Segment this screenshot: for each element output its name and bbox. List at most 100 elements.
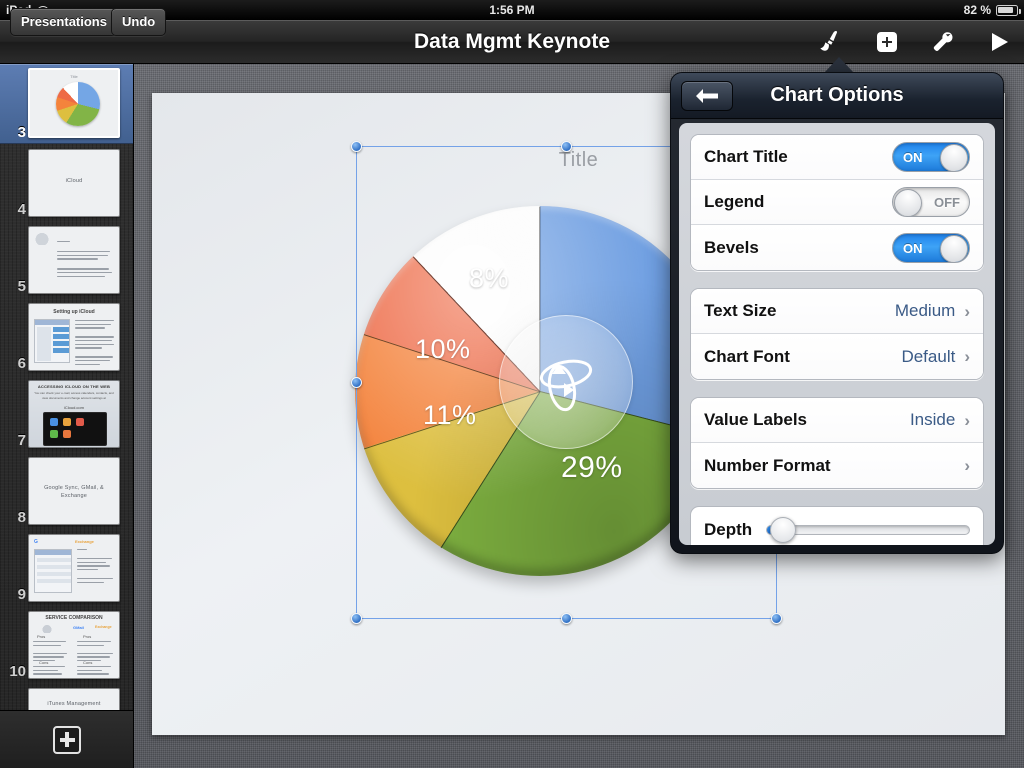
row-label: Depth (704, 519, 753, 539)
depth-slider-thumb[interactable] (770, 516, 797, 543)
row-text-size[interactable]: Text Size Medium › (691, 289, 983, 334)
row-chart-font[interactable]: Chart Font Default › (691, 334, 983, 379)
slide-number: 8 (17, 509, 26, 526)
slide-number: 3 (17, 124, 26, 141)
slide-thumbnail-image: iTunes Management (28, 688, 120, 710)
thumb-chart-title: Title (70, 74, 78, 79)
toggle-state-label: ON (903, 150, 923, 165)
row-legend[interactable]: Legend OFF (691, 180, 983, 225)
slide-number: 4 (17, 201, 26, 218)
thumb-url: iCloud.com (63, 405, 84, 410)
thumb-gmail-logo: GMail (73, 625, 84, 630)
chart-options-popover[interactable]: Chart Options Chart Title ON Legend OFF (670, 72, 1004, 554)
popover-header: Chart Options (671, 73, 1003, 119)
slide-thumbnail-image: iCloud (28, 149, 120, 217)
wrench-icon[interactable] (928, 27, 958, 57)
popover-arrow (824, 57, 854, 73)
chevron-right-icon: › (964, 456, 970, 475)
bevels-toggle[interactable]: ON (892, 232, 970, 263)
row-label: Chart Title (704, 147, 788, 166)
thumb-gmail-logo: G (34, 539, 38, 545)
chevron-right-icon: › (964, 301, 970, 321)
popover-body[interactable]: Chart Title ON Legend OFF Bevels ON Text… (679, 123, 995, 545)
battery-percent-label: 82 % (963, 3, 991, 17)
thumb-bullet-lines-4 (77, 666, 115, 677)
slide-thumbnail-5[interactable]: 5 (0, 221, 133, 298)
toggle-state-label: ON (903, 240, 923, 256)
row-label: Chart Font (704, 346, 790, 366)
slide-number: 7 (17, 432, 26, 449)
slide-number: 9 (17, 586, 26, 603)
slide-thumbnail-6[interactable]: 6 Setting up iCloud (0, 298, 133, 375)
paintbrush-icon[interactable] (816, 27, 846, 57)
thumb-bullet-lines-3 (33, 666, 69, 677)
thumb-cons-label-2: Cons (83, 660, 93, 665)
row-bevels[interactable]: Bevels ON (691, 225, 983, 270)
presentations-button[interactable]: Presentations (10, 8, 118, 36)
thumb-exchange-logo: Exchange (75, 539, 94, 544)
slide-thumbnail-7[interactable]: 7 ACCESSING ICLOUD ON THE WEB You can ch… (0, 375, 133, 452)
thumb-title: Setting up iCloud (53, 309, 95, 315)
slide-navigator-sidebar[interactable]: 3 Title 4 iCloud 5 6 Setting up iCloud 7… (0, 64, 134, 768)
slide-thumbnail-image: Setting up iCloud (28, 303, 120, 371)
row-chart-title[interactable]: Chart Title ON (691, 135, 983, 180)
thumb-pros-label: Pros (37, 634, 46, 639)
slide-thumbnail-image (28, 226, 120, 294)
thumb-title: iCloud (65, 178, 83, 184)
toggle-knob (940, 144, 968, 171)
row-label: Number Format (704, 455, 831, 475)
rotate-move-handle-icon[interactable] (499, 315, 633, 449)
slide-number: 6 (17, 355, 26, 372)
slide-thumbnail-8[interactable]: 8 Google Sync, GMail, & Exchange (0, 452, 133, 529)
thumb-title: Google Sync, GMail, & Exchange (44, 485, 104, 500)
row-value: Default (901, 346, 956, 366)
thumb-pie-chart (56, 82, 100, 126)
row-label: Value Labels (704, 410, 807, 429)
slide-thumbnail-3[interactable]: 3 Title (0, 64, 133, 144)
depth-slider[interactable] (766, 516, 970, 543)
thumb-title: SERVICE COMPARISON (45, 615, 103, 621)
undo-button[interactable]: Undo (111, 8, 167, 36)
status-bar-right: 82 % (963, 3, 1022, 17)
chevron-right-icon: › (964, 347, 970, 366)
row-label: Bevels (704, 237, 759, 257)
row-depth[interactable]: Depth (691, 507, 983, 545)
slide-thumbnail-11[interactable]: 11 iTunes Management (0, 683, 133, 710)
slide-list[interactable]: 3 Title 4 iCloud 5 6 Setting up iCloud 7… (0, 64, 133, 710)
row-value-labels[interactable]: Value Labels Inside › (691, 398, 983, 443)
add-slide-button[interactable] (53, 725, 81, 754)
slide-thumbnail-10[interactable]: 10 SERVICE COMPARISON GMail Exchange Pro… (0, 606, 133, 683)
legend-toggle[interactable]: OFF (892, 187, 970, 217)
plus-box-icon[interactable] (872, 27, 902, 57)
row-value: Medium (894, 301, 956, 320)
thumb-screenshot (34, 549, 72, 593)
thumb-bullet-lines (75, 320, 116, 367)
toggle-knob (940, 234, 968, 262)
options-group-depth: Depth (690, 506, 984, 545)
row-value: Inside (909, 410, 956, 429)
ipad-keynote-screen: iPad 1:56 PM 82 % Presentations Undo Dat… (0, 0, 1024, 768)
slide-thumbnail-image: Title (28, 68, 120, 138)
row-number-format[interactable]: Number Format › (691, 443, 983, 488)
options-group-values: Value Labels Inside › Number Format › (690, 397, 984, 489)
options-group-display: Chart Title ON Legend OFF Bevels ON (690, 134, 984, 271)
thumb-exchange-logo: Exchange (95, 625, 112, 629)
thumb-device-image (43, 412, 107, 446)
popover-title: Chart Options (770, 84, 904, 106)
thumb-cons-label: Cons (39, 660, 49, 665)
thumb-subtitle: You can check your e-mail, access calend… (34, 391, 114, 400)
back-arrow-icon[interactable] (681, 81, 733, 111)
slide-thumbnail-9[interactable]: 9 G Exchange (0, 529, 133, 606)
slide-thumbnail-image: ACCESSING ICLOUD ON THE WEB You can chec… (28, 380, 120, 448)
thumb-title: ACCESSING ICLOUD ON THE WEB (37, 384, 111, 389)
thumb-screenshot (34, 319, 70, 363)
play-icon[interactable] (984, 27, 1014, 57)
slide-thumbnail-image: Google Sync, GMail, & Exchange (28, 457, 120, 525)
slide-thumbnail-image: G Exchange (28, 534, 120, 602)
slide-thumbnail-4[interactable]: 4 iCloud (0, 144, 133, 221)
thumb-title: iTunes Management (47, 701, 101, 707)
thumb-cloud-icon (41, 624, 53, 633)
battery-icon (996, 4, 1022, 16)
thumb-bullet-lines (77, 549, 115, 585)
chart-title-toggle[interactable]: ON (892, 142, 970, 172)
